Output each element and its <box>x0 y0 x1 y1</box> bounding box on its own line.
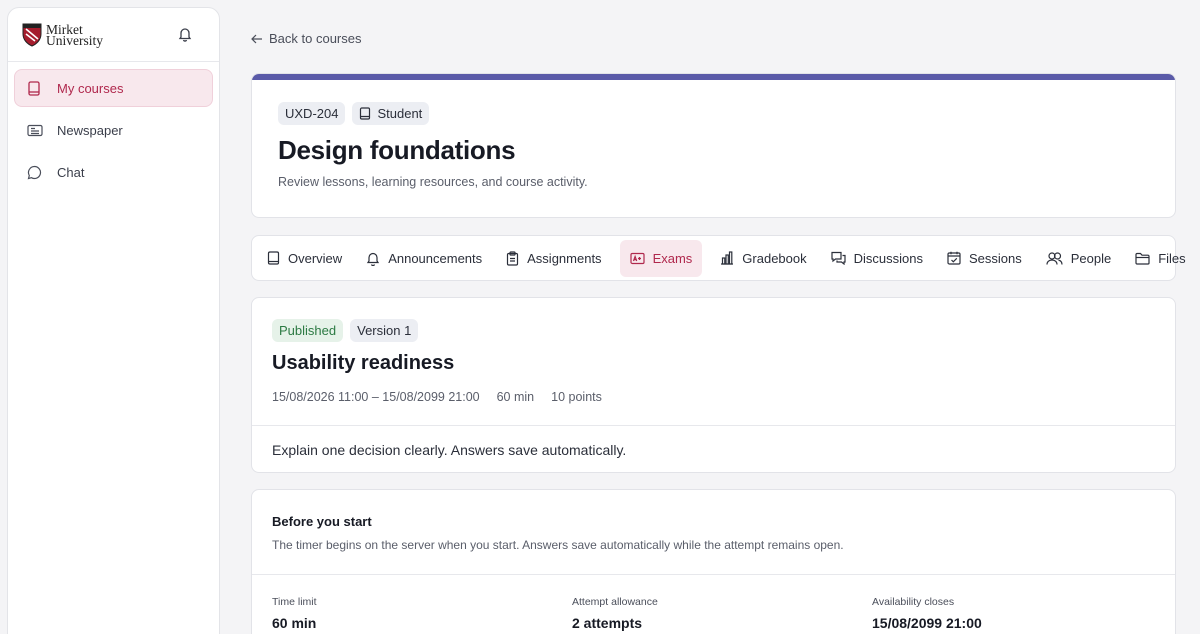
version-badge: Version 1 <box>350 319 419 342</box>
sidebar-header: Mirket University <box>8 8 219 62</box>
role-badge: Student <box>352 102 430 125</box>
tab-label: Sessions <box>968 250 1022 266</box>
tab-label: Gradebook <box>742 250 807 266</box>
sidebar: Mirket University My courses Newspaper C… <box>7 7 220 634</box>
arrow-left-icon <box>251 34 263 44</box>
notifications-bell-icon[interactable] <box>177 26 195 44</box>
exam-duration: 60 min <box>496 390 535 404</box>
sidebar-item-chat[interactable]: Chat <box>14 153 213 191</box>
tab-label: Overview <box>288 250 343 266</box>
exam-card: Published Version 1 Usability readiness … <box>251 297 1176 473</box>
tab-files[interactable]: Files <box>1129 240 1191 277</box>
stat-label: Availability closes <box>872 596 955 608</box>
published-badge: Published <box>272 319 344 342</box>
exam-title: Usability readiness <box>272 352 455 374</box>
tab-assignments[interactable]: Assignments <box>500 240 607 277</box>
tab-label: Announcements <box>388 250 483 266</box>
tab-label: Exams <box>652 250 693 266</box>
role-label: Student <box>377 106 423 121</box>
tab-people[interactable]: People <box>1040 240 1117 277</box>
sidebar-item-my-courses[interactable]: My courses <box>14 69 213 107</box>
logo-line-2: University <box>46 32 103 48</box>
book-icon <box>27 80 43 96</box>
tab-label: People <box>1070 250 1112 266</box>
book-icon <box>267 251 280 265</box>
tab-overview[interactable]: Overview <box>261 240 348 277</box>
shield-crest-icon <box>22 23 42 47</box>
sidebar-item-label: My courses <box>57 80 124 96</box>
tab-exams[interactable]: Exams <box>619 239 703 277</box>
divider <box>252 425 1175 426</box>
grade-card-icon <box>629 252 645 265</box>
university-logo[interactable]: Mirket University <box>22 22 103 48</box>
course-accent-bar <box>252 74 1175 80</box>
exam-meta: 15/08/2026 11:00 – 15/08/2099 21:00 60 m… <box>272 390 602 404</box>
course-tabs: Overview Announcements Assignments Exams… <box>251 235 1186 281</box>
clipboard-icon <box>506 250 519 266</box>
back-to-courses-link[interactable]: Back to courses <box>251 31 362 46</box>
before-you-start-card: Before you start The timer begins on the… <box>251 489 1176 634</box>
tab-gradebook[interactable]: Gradebook <box>714 240 812 277</box>
tab-label: Files <box>1158 250 1186 266</box>
stat-value: 2 attempts <box>572 615 643 631</box>
exam-points: 10 points <box>551 390 602 404</box>
book-icon <box>359 107 371 120</box>
course-header-card: UXD-204 Student Design foundations Revie… <box>251 73 1176 218</box>
tab-label: Assignments <box>527 250 602 266</box>
sidebar-item-label: Newspaper <box>57 122 123 138</box>
chat-bubble-icon <box>27 164 43 180</box>
sidebar-item-newspaper[interactable]: Newspaper <box>14 111 213 149</box>
tab-discussions[interactable]: Discussions <box>825 240 929 277</box>
course-title: Design foundations <box>278 135 516 165</box>
stat-value: 60 min <box>272 615 317 631</box>
tab-label: Discussions <box>853 250 923 266</box>
tab-announcements[interactable]: Announcements <box>360 240 488 277</box>
exam-window: 15/08/2026 11:00 – 15/08/2099 21:00 <box>272 390 480 404</box>
folder-icon <box>1135 252 1150 265</box>
stat-time-limit: Time limit 60 min <box>272 596 317 631</box>
calendar-check-icon <box>947 251 961 265</box>
people-icon <box>1046 251 1063 265</box>
section-note: The timer begins on the server when you … <box>272 538 844 552</box>
sidebar-nav: My courses Newspaper Chat <box>8 62 219 202</box>
divider <box>252 574 1175 575</box>
stat-attempt-allowance: Attempt allowance 2 attempts <box>572 596 658 631</box>
stat-label: Time limit <box>272 596 317 608</box>
section-heading: Before you start <box>272 514 372 529</box>
exam-description: Explain one decision clearly. Answers sa… <box>272 442 627 458</box>
stat-label: Attempt allowance <box>572 596 658 608</box>
bar-chart-icon <box>720 251 734 265</box>
discussion-icon <box>831 251 846 265</box>
course-code-badge: UXD-204 <box>278 102 346 125</box>
newspaper-icon <box>27 122 43 138</box>
bell-icon <box>366 251 380 266</box>
back-link-label: Back to courses <box>269 31 362 46</box>
stat-value: 15/08/2099 21:00 <box>872 615 982 631</box>
tab-sessions[interactable]: Sessions <box>941 240 1028 277</box>
course-subtitle: Review lessons, learning resources, and … <box>278 175 588 189</box>
stat-availability-closes: Availability closes 15/08/2099 21:00 <box>872 596 982 631</box>
sidebar-item-label: Chat <box>57 164 85 180</box>
